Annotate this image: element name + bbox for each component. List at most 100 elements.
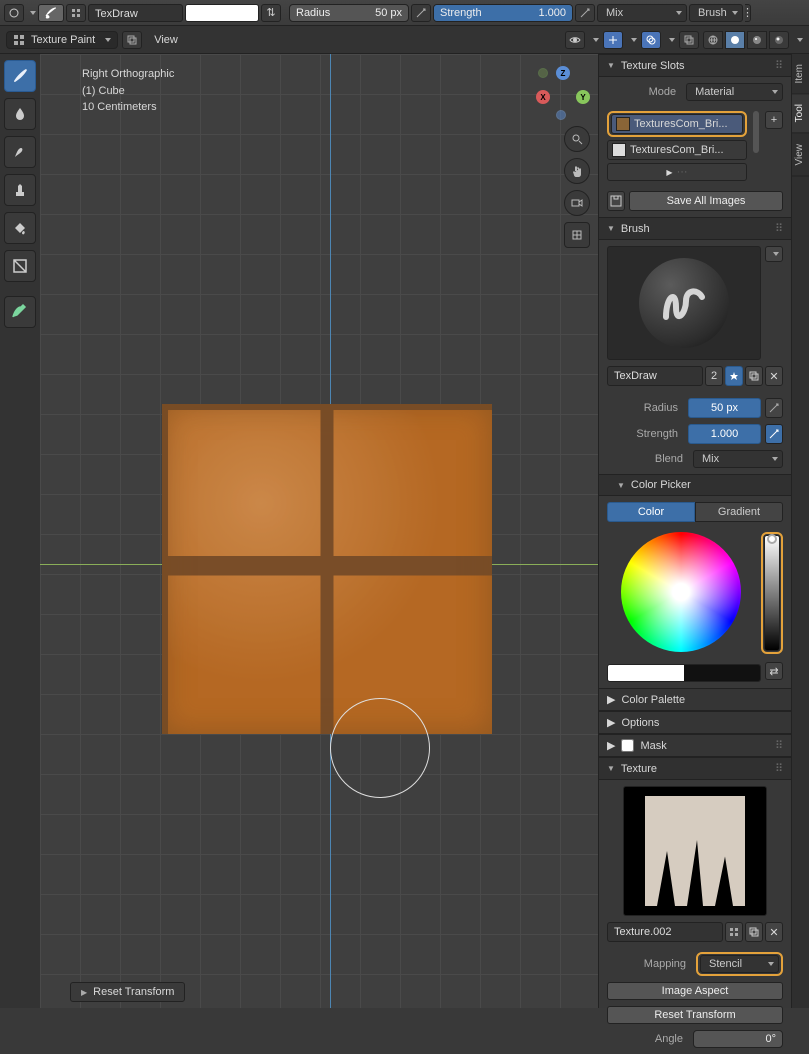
mask-section[interactable]: ▶ Mask ⠿ bbox=[599, 734, 791, 757]
expand-icon: ▼ bbox=[607, 224, 615, 233]
mode-select[interactable]: Texture Paint bbox=[6, 31, 118, 49]
copy-options-icon[interactable] bbox=[122, 31, 142, 49]
shading-rendered-icon[interactable] bbox=[769, 31, 789, 49]
tool-mask[interactable] bbox=[4, 250, 36, 282]
brush-name-input[interactable]: TexDraw bbox=[607, 366, 703, 386]
radius-slider[interactable]: Radius 50 px bbox=[289, 4, 409, 22]
chevron-right-icon: ▶ bbox=[607, 716, 615, 729]
image-aspect-button[interactable]: Image Aspect bbox=[607, 982, 783, 1000]
chevron-right-icon: ▶ bbox=[607, 693, 615, 706]
color-picker-header[interactable]: ▼ Color Picker bbox=[599, 474, 791, 496]
tool-fill[interactable] bbox=[4, 212, 36, 244]
expand-icon: ▼ bbox=[617, 481, 625, 490]
shading-solid-icon[interactable] bbox=[725, 31, 745, 49]
brush-cursor bbox=[330, 698, 430, 798]
chevron-right-icon: ▶ bbox=[81, 988, 87, 997]
save-image-icon[interactable] bbox=[607, 191, 625, 211]
brush-add-preset-icon[interactable] bbox=[765, 246, 783, 262]
zoom-gizmo-icon[interactable] bbox=[564, 126, 590, 152]
axis-gizmo[interactable]: Z X Y bbox=[536, 66, 590, 120]
color-swap-button[interactable]: ⇄ bbox=[765, 662, 783, 680]
chevron-right-icon: ▶ bbox=[666, 168, 672, 177]
gradient-tab[interactable]: Gradient bbox=[695, 502, 783, 522]
reset-transform-button[interactable]: Reset Transform bbox=[607, 1006, 783, 1024]
new-brush-icon[interactable] bbox=[745, 366, 763, 386]
strength-pen-pressure-icon[interactable] bbox=[575, 4, 595, 22]
pan-gizmo-icon[interactable] bbox=[564, 158, 590, 184]
color-tab[interactable]: Color bbox=[607, 502, 695, 522]
view-menu[interactable]: View bbox=[146, 34, 186, 46]
editor-type-icon[interactable] bbox=[4, 4, 24, 22]
persp-ortho-gizmo-icon[interactable] bbox=[564, 222, 590, 248]
texture-slot-item-0[interactable]: TexturesCom_Bri... bbox=[611, 114, 743, 134]
xray-toggle-icon[interactable] bbox=[679, 31, 699, 49]
unlink-texture-icon[interactable]: ✕ bbox=[765, 922, 783, 942]
fake-user-toggle[interactable] bbox=[725, 366, 743, 386]
chevron-down-icon bbox=[593, 38, 599, 42]
expand-icon: ▼ bbox=[607, 61, 615, 70]
brush-header[interactable]: ▼ Brush ⠿ bbox=[599, 217, 791, 240]
texture-paint-mode-icon bbox=[13, 34, 25, 46]
tool-clone[interactable] bbox=[4, 174, 36, 206]
camera-gizmo-icon[interactable] bbox=[564, 190, 590, 216]
radius-pen-pressure-icon[interactable] bbox=[765, 398, 783, 418]
texture-mapping-select[interactable]: Stencil bbox=[700, 955, 779, 973]
color-swatch[interactable] bbox=[185, 4, 259, 22]
value-slider[interactable] bbox=[764, 535, 780, 651]
tab-item[interactable]: Item bbox=[792, 54, 809, 94]
brush-radius-slider[interactable]: 50 px bbox=[688, 398, 761, 418]
shading-mode-group bbox=[703, 31, 789, 49]
visibility-icon[interactable] bbox=[565, 31, 585, 49]
texture-browse-icon[interactable] bbox=[725, 922, 743, 942]
strength-slider[interactable]: Strength 1.000 bbox=[433, 4, 573, 22]
tab-view[interactable]: View bbox=[792, 134, 809, 177]
texture-slots-header[interactable]: ▼ Texture Slots ⠿ bbox=[599, 54, 791, 77]
shading-material-icon[interactable] bbox=[747, 31, 767, 49]
tool-smear[interactable] bbox=[4, 136, 36, 168]
texture-angle-slider[interactable]: 0° bbox=[693, 1030, 783, 1048]
texture-slot-expand[interactable]: ▶ ··· bbox=[607, 163, 747, 181]
add-texture-slot-button[interactable]: + bbox=[765, 111, 783, 129]
tool-annotate[interactable] bbox=[4, 296, 36, 328]
color-swatches[interactable] bbox=[607, 664, 761, 682]
chevron-down-icon bbox=[631, 38, 637, 42]
brush-browse-icon[interactable] bbox=[66, 4, 86, 22]
stencil-texture-shape bbox=[645, 796, 745, 906]
tool-soften[interactable] bbox=[4, 98, 36, 130]
mask-toggle-checkbox[interactable] bbox=[621, 739, 634, 752]
radius-pen-pressure-icon[interactable] bbox=[411, 4, 431, 22]
viewport: Right Orthographic (1) Cube 10 Centimete… bbox=[40, 54, 598, 1008]
tool-draw[interactable] bbox=[4, 60, 36, 92]
texture-slots-mode-select[interactable]: Material bbox=[686, 83, 783, 101]
texture-name-input[interactable]: Texture.002 bbox=[607, 922, 723, 942]
brush-users-badge[interactable]: 2 bbox=[705, 366, 723, 386]
blend-mode-select[interactable]: Mix bbox=[597, 4, 687, 22]
strength-pen-pressure-icon[interactable] bbox=[765, 424, 783, 444]
brush-blend-select[interactable]: Mix bbox=[693, 450, 783, 468]
options-section[interactable]: ▶ Options bbox=[599, 711, 791, 734]
gizmo-toggle-icon[interactable] bbox=[603, 31, 623, 49]
brush-preview[interactable] bbox=[607, 246, 761, 360]
color-wheel[interactable] bbox=[621, 532, 741, 652]
color-palette-section[interactable]: ▶ Color Palette bbox=[599, 688, 791, 711]
texture-slot-item-1[interactable]: TexturesCom_Bri... bbox=[607, 140, 747, 160]
more-icon[interactable]: ⋮ bbox=[745, 4, 751, 22]
unlink-brush-icon[interactable]: ✕ bbox=[765, 366, 783, 386]
brush-strength-slider[interactable]: 1.000 bbox=[688, 424, 761, 444]
tab-tool[interactable]: Tool bbox=[792, 94, 809, 133]
color-swap-icon[interactable]: ⇅ bbox=[261, 4, 281, 22]
redo-panel[interactable]: ▶ Reset Transform bbox=[70, 982, 185, 1002]
new-texture-icon[interactable] bbox=[745, 922, 763, 942]
slot-scrollbar[interactable] bbox=[753, 111, 759, 153]
viewport-info: Right Orthographic (1) Cube 10 Centimete… bbox=[82, 66, 174, 116]
overlays-toggle-icon[interactable] bbox=[641, 31, 661, 49]
texture-preview[interactable] bbox=[623, 786, 767, 916]
brush-popover[interactable]: Brush bbox=[689, 4, 743, 22]
brush-name-field[interactable]: TexDraw bbox=[88, 4, 183, 22]
brush-draw-icon[interactable] bbox=[38, 4, 64, 22]
shading-wireframe-icon[interactable] bbox=[703, 31, 723, 49]
mode-bar: Texture Paint View bbox=[0, 26, 809, 54]
save-all-images-button[interactable]: Save All Images bbox=[629, 191, 783, 211]
texture-header[interactable]: ▼ Texture ⠿ bbox=[599, 757, 791, 780]
tool-shelf bbox=[0, 54, 40, 1008]
